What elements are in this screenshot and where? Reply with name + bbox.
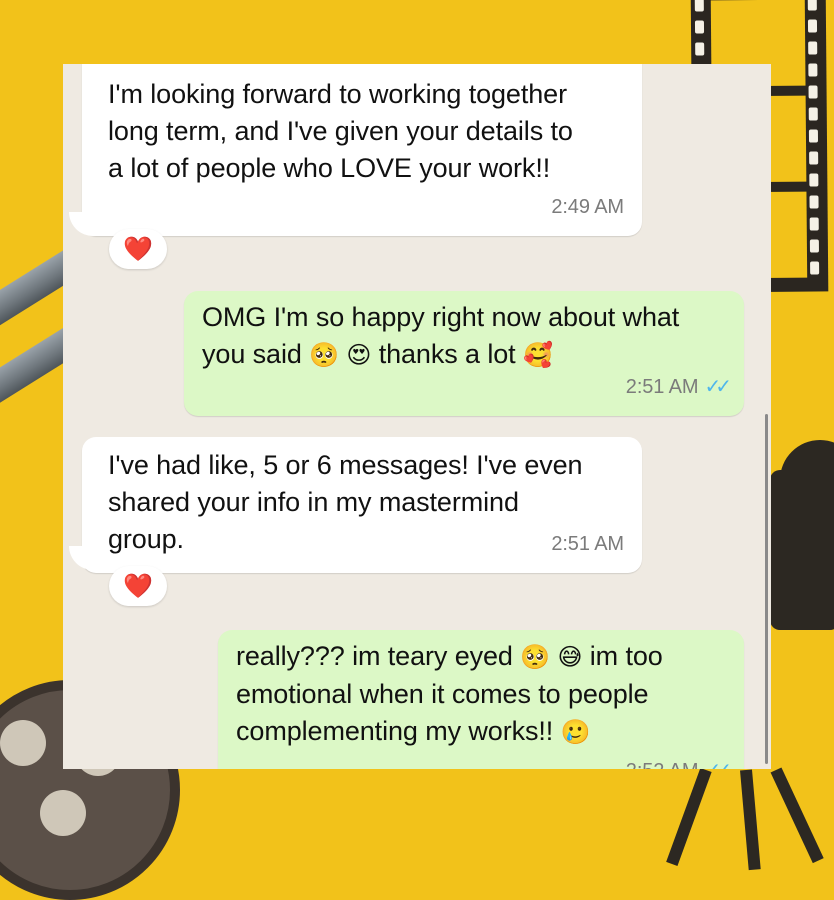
smiling-face-hearts-emoji: 🥰 (523, 342, 553, 369)
pleading-face-emoji: 🥺 (520, 644, 551, 671)
tripod-leg-decoration (666, 767, 712, 867)
grinning-sweat-emoji: 😅 (557, 644, 583, 671)
message-text-fragment: im too (589, 641, 663, 671)
incoming-message[interactable]: I'm looking forward to working together … (82, 64, 642, 236)
message-text-fragment: really??? im teary eyed (236, 641, 513, 671)
bubble-tail (69, 212, 97, 236)
heart-eyes-emoji: 😍 (346, 342, 372, 369)
incoming-message[interactable]: I've had like, 5 or 6 messages! I've eve… (82, 437, 642, 573)
double-check-icon: ✓✓ (704, 753, 731, 769)
message-time: 2:51 AM (551, 533, 624, 555)
message-line: emotional when it comes to people (236, 679, 649, 709)
pleading-face-emoji: 🥺 (309, 342, 339, 369)
message-text: OMG I'm so happy right now about what yo… (202, 299, 679, 374)
tripod-leg-decoration (740, 769, 761, 871)
heart-icon: ❤️ (123, 572, 153, 600)
message-time: 2:52 AM (626, 753, 699, 769)
message-text: really??? im teary eyed 🥺 😅 im too emoti… (236, 638, 663, 751)
message-meta: 2:51 AM (551, 526, 624, 563)
message-meta: 2:51 AM ✓✓ (625, 369, 732, 406)
message-time: 2:49 AM (551, 196, 624, 218)
message-meta: 2:49 AM (551, 189, 624, 226)
message-line: OMG I'm so happy right now about what (202, 302, 680, 332)
message-line: really??? im teary eyed 🥺 😅 im too (236, 638, 663, 676)
message-time: 2:51 AM (625, 376, 699, 398)
message-text-fragment: complementing my works!! (236, 716, 554, 746)
camera-body-decoration (770, 470, 834, 630)
chat-window[interactable]: I'm looking forward to working together … (63, 64, 771, 769)
message-line: complementing my works!! 🥲 (236, 713, 663, 751)
outgoing-message[interactable]: OMG I'm so happy right now about what yo… (184, 291, 744, 416)
outgoing-message[interactable]: really??? im teary eyed 🥺 😅 im too emoti… (218, 630, 744, 769)
message-meta: 2:52 AM ✓✓ (626, 753, 732, 769)
message-text: I'm looking forward to working together … (108, 79, 573, 183)
scrollbar[interactable] (765, 414, 768, 764)
reaction-badge[interactable]: ❤️ (109, 566, 167, 606)
message-text-fragment: thanks a lot (378, 339, 516, 369)
double-check-icon: ✓✓ (704, 376, 731, 398)
smiling-tear-emoji: 🥲 (560, 719, 591, 746)
tripod-leg-decoration (770, 767, 824, 864)
message-text: I've had like, 5 or 6 messages! I've eve… (108, 450, 583, 554)
heart-icon: ❤️ (123, 235, 153, 263)
bubble-tail (69, 546, 97, 570)
message-text-fragment: you said (202, 339, 302, 369)
message-line: you said 🥺 😍 thanks a lot 🥰 (202, 336, 679, 374)
reaction-badge[interactable]: ❤️ (109, 229, 167, 269)
